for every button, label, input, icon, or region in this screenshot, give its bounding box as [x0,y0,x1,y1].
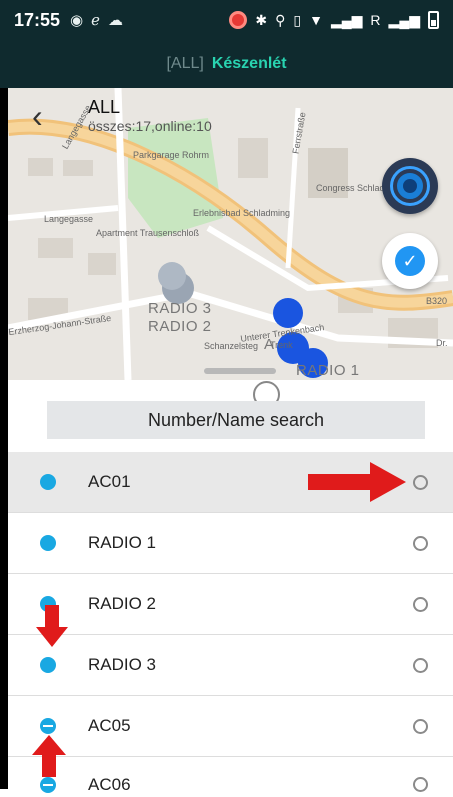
annotation-arrow-up-icon [32,735,66,777]
sheet-drag-handle[interactable] [204,368,276,374]
select-radio[interactable] [413,475,428,490]
annotation-arrow-right-icon [308,462,406,502]
signal-icon: ▂▄▆ [330,11,363,28]
search-input[interactable]: Number/Name search [47,401,425,439]
status-right: ✱ ⚲ ▯ ▼ ▂▄▆ R ▂▄▆ [229,11,439,29]
busy-status-icon [40,718,56,734]
member-name: RADIO 3 [88,655,157,674]
street-label: Schanzelsteg [204,341,259,351]
busy-status-icon [40,777,56,793]
left-edge [0,88,8,789]
list-item[interactable]: RADIO 3 [8,635,453,696]
locate-button[interactable] [382,158,438,214]
building [38,238,73,258]
group-label[interactable]: [ALL] [166,55,203,73]
list-item[interactable]: RADIO 2 [8,574,453,635]
member-list: AC01 RADIO 1 RADIO 2 RADIO 3 AC05 AC06 [8,452,453,797]
street-label: B320 [426,296,448,306]
member-name: RADIO 1 [88,533,157,552]
member-name: AC01 [88,472,131,491]
street-label: Langegasse [44,214,94,224]
select-radio[interactable] [413,658,428,673]
locate-icon [390,166,430,206]
street-label: Apartment Trausenschloß [96,228,200,238]
target-icon: ◉ [70,12,84,29]
member-name: AC06 [88,775,131,794]
battery-icon [428,11,439,29]
member-name: RADIO 2 [88,594,157,613]
street-label: Dr. [436,338,448,348]
list-item[interactable]: AC05 [8,696,453,757]
back-arrow-icon[interactable]: ‹ [32,100,62,136]
status-bar: 17:55 ◉ ℯ ☁ ✱ ⚲ ▯ ▼ ▂▄▆ R ▂▄▆ [0,0,453,40]
map-view[interactable]: Langegasse Langegasse Erzherzog-Johann-S… [8,88,453,380]
bluetooth-icon: ✱ [255,11,268,28]
status-time: 17:55 [14,9,61,30]
e-app-icon: ℯ [91,12,101,29]
record-icon [229,11,248,29]
marker-label: A [264,336,275,353]
building [238,138,268,178]
signal-icon-2: ▂▄▆ [388,11,420,28]
check-pin-icon: ✓ [395,246,425,276]
mode-label[interactable]: Készenlét [212,55,287,73]
online-marker[interactable] [273,298,303,328]
marker-label: RADIO 3 [148,300,212,317]
check-location-button[interactable]: ✓ [382,233,438,289]
list-item[interactable]: AC06 [8,757,453,797]
select-radio[interactable] [413,536,428,551]
list-item[interactable]: RADIO 1 [8,513,453,574]
street-label: Erlebnisbad Schladming [193,208,291,218]
building [88,253,116,275]
marker-label: RADIO 2 [148,318,212,335]
building [28,158,53,176]
map-subtitle: összes:17,online:10 [88,118,212,134]
map-title: ALL [88,97,121,117]
street-label: Parkgarage Rohrm [133,150,210,160]
app-header: [ALL] Készenlét [0,40,453,88]
select-radio[interactable] [413,719,428,734]
wifi-icon: ▼ [309,12,323,28]
location-icon: ⚲ [275,11,286,28]
online-status-icon [40,657,56,673]
online-status-icon [40,535,56,551]
online-status-icon [40,474,56,490]
vibrate-icon: ▯ [293,11,302,28]
select-radio[interactable] [413,597,428,612]
building [63,160,93,176]
offline-marker[interactable] [158,262,186,290]
marker-label: RADIO 1 [296,362,360,379]
member-name: AC05 [88,716,131,735]
cloud-icon: ☁ [108,12,124,29]
roaming-indicator: R [370,12,381,28]
select-radio[interactable] [413,777,428,792]
annotation-arrow-down-icon [36,605,68,647]
